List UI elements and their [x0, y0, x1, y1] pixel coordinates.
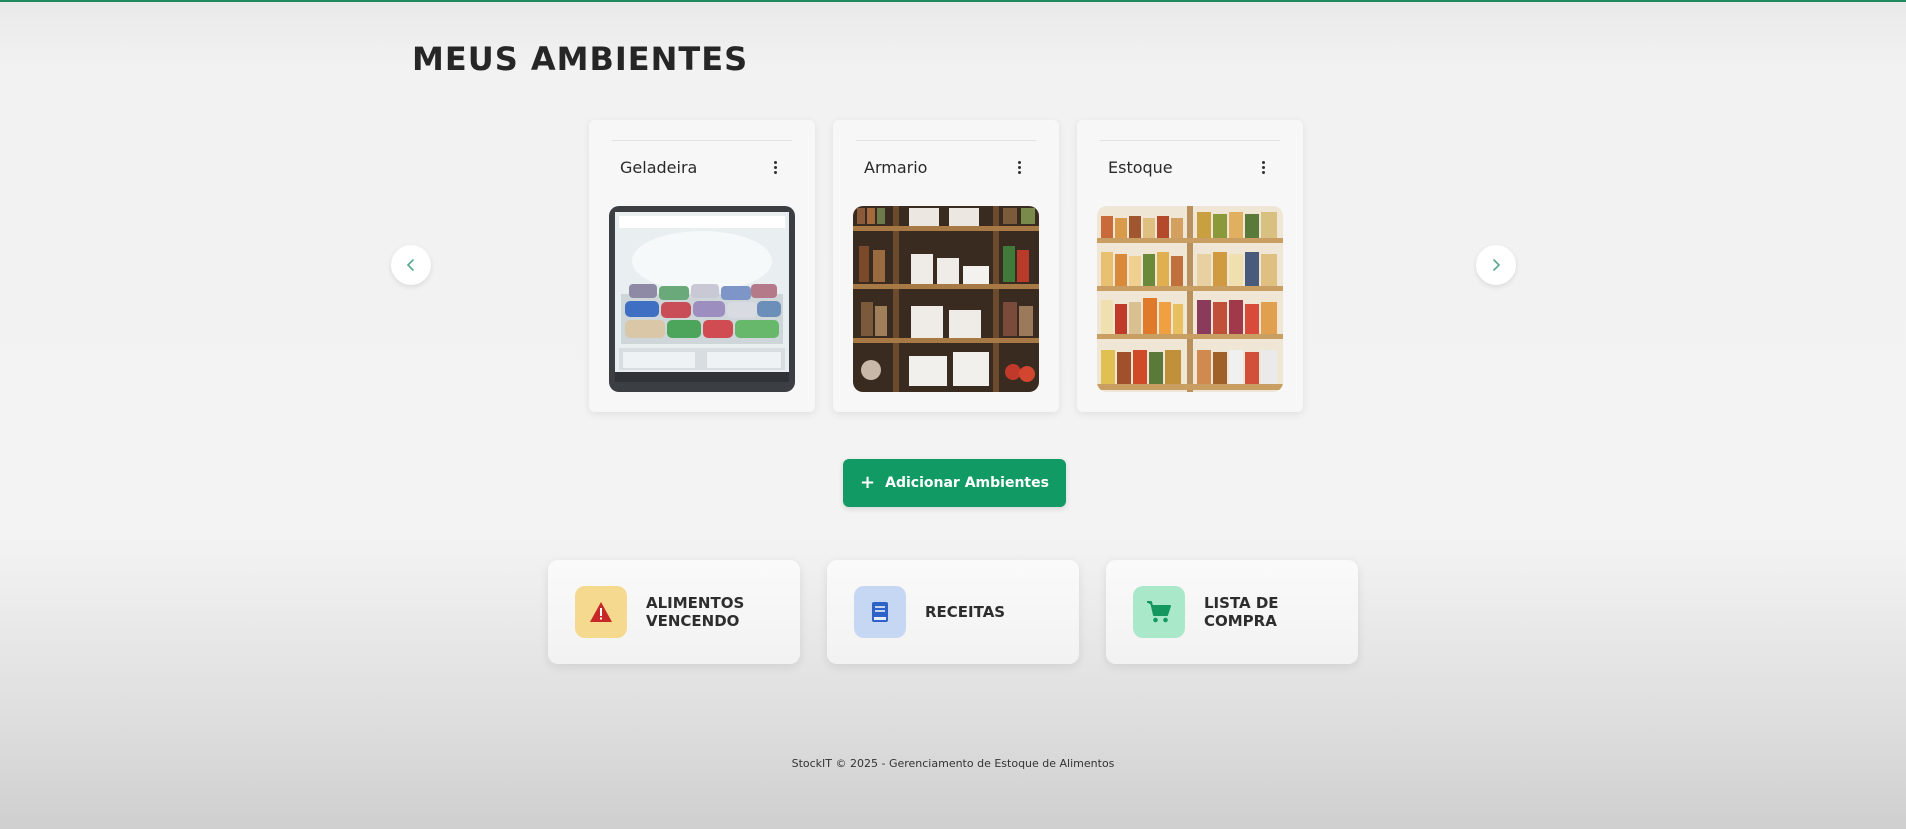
- jar-shelves-photo: [1097, 206, 1283, 392]
- environment-name: Armario: [864, 158, 928, 177]
- add-environment-button[interactable]: + Adicionar Ambientes: [843, 459, 1066, 507]
- shortcut-label: LISTA DE COMPRA: [1204, 594, 1279, 630]
- environment-name: Estoque: [1108, 158, 1173, 177]
- freezer-photo: [609, 206, 795, 392]
- environment-card[interactable]: Geladeira: [589, 120, 815, 412]
- environment-card[interactable]: Estoque: [1077, 120, 1303, 412]
- carousel-next-button[interactable]: [1476, 245, 1516, 285]
- warning-icon: [575, 586, 627, 638]
- more-options-icon[interactable]: [1013, 158, 1025, 176]
- plus-icon: +: [860, 472, 876, 493]
- add-environment-label: Adicionar Ambientes: [885, 475, 1049, 491]
- expiring-foods-shortcut[interactable]: ALIMENTOS VENCENDO: [548, 560, 800, 664]
- shortcut-label: ALIMENTOS VENCENDO: [646, 594, 745, 630]
- cart-icon: [1133, 586, 1185, 638]
- more-options-icon[interactable]: [1257, 158, 1269, 176]
- environment-card[interactable]: Armario: [833, 120, 1059, 412]
- chevron-left-icon: [406, 259, 414, 271]
- chevron-right-icon: [1493, 259, 1501, 271]
- card-divider: [612, 140, 792, 141]
- shortcut-label: RECEITAS: [925, 603, 1006, 621]
- card-divider: [1100, 140, 1280, 141]
- pantry-shelves-photo: [853, 206, 1039, 392]
- shopping-list-shortcut[interactable]: LISTA DE COMPRA: [1106, 560, 1358, 664]
- carousel-prev-button[interactable]: [391, 245, 431, 285]
- card-divider: [856, 140, 1036, 141]
- top-accent-line: [0, 0, 1906, 2]
- recipes-shortcut[interactable]: RECEITAS: [827, 560, 1079, 664]
- environment-name: Geladeira: [620, 158, 698, 177]
- page-title: MEUS AMBIENTES: [412, 40, 749, 78]
- book-icon: [854, 586, 906, 638]
- more-options-icon[interactable]: [769, 158, 781, 176]
- footer-text: StockIT © 2025 - Gerenciamento de Estoqu…: [791, 757, 1115, 770]
